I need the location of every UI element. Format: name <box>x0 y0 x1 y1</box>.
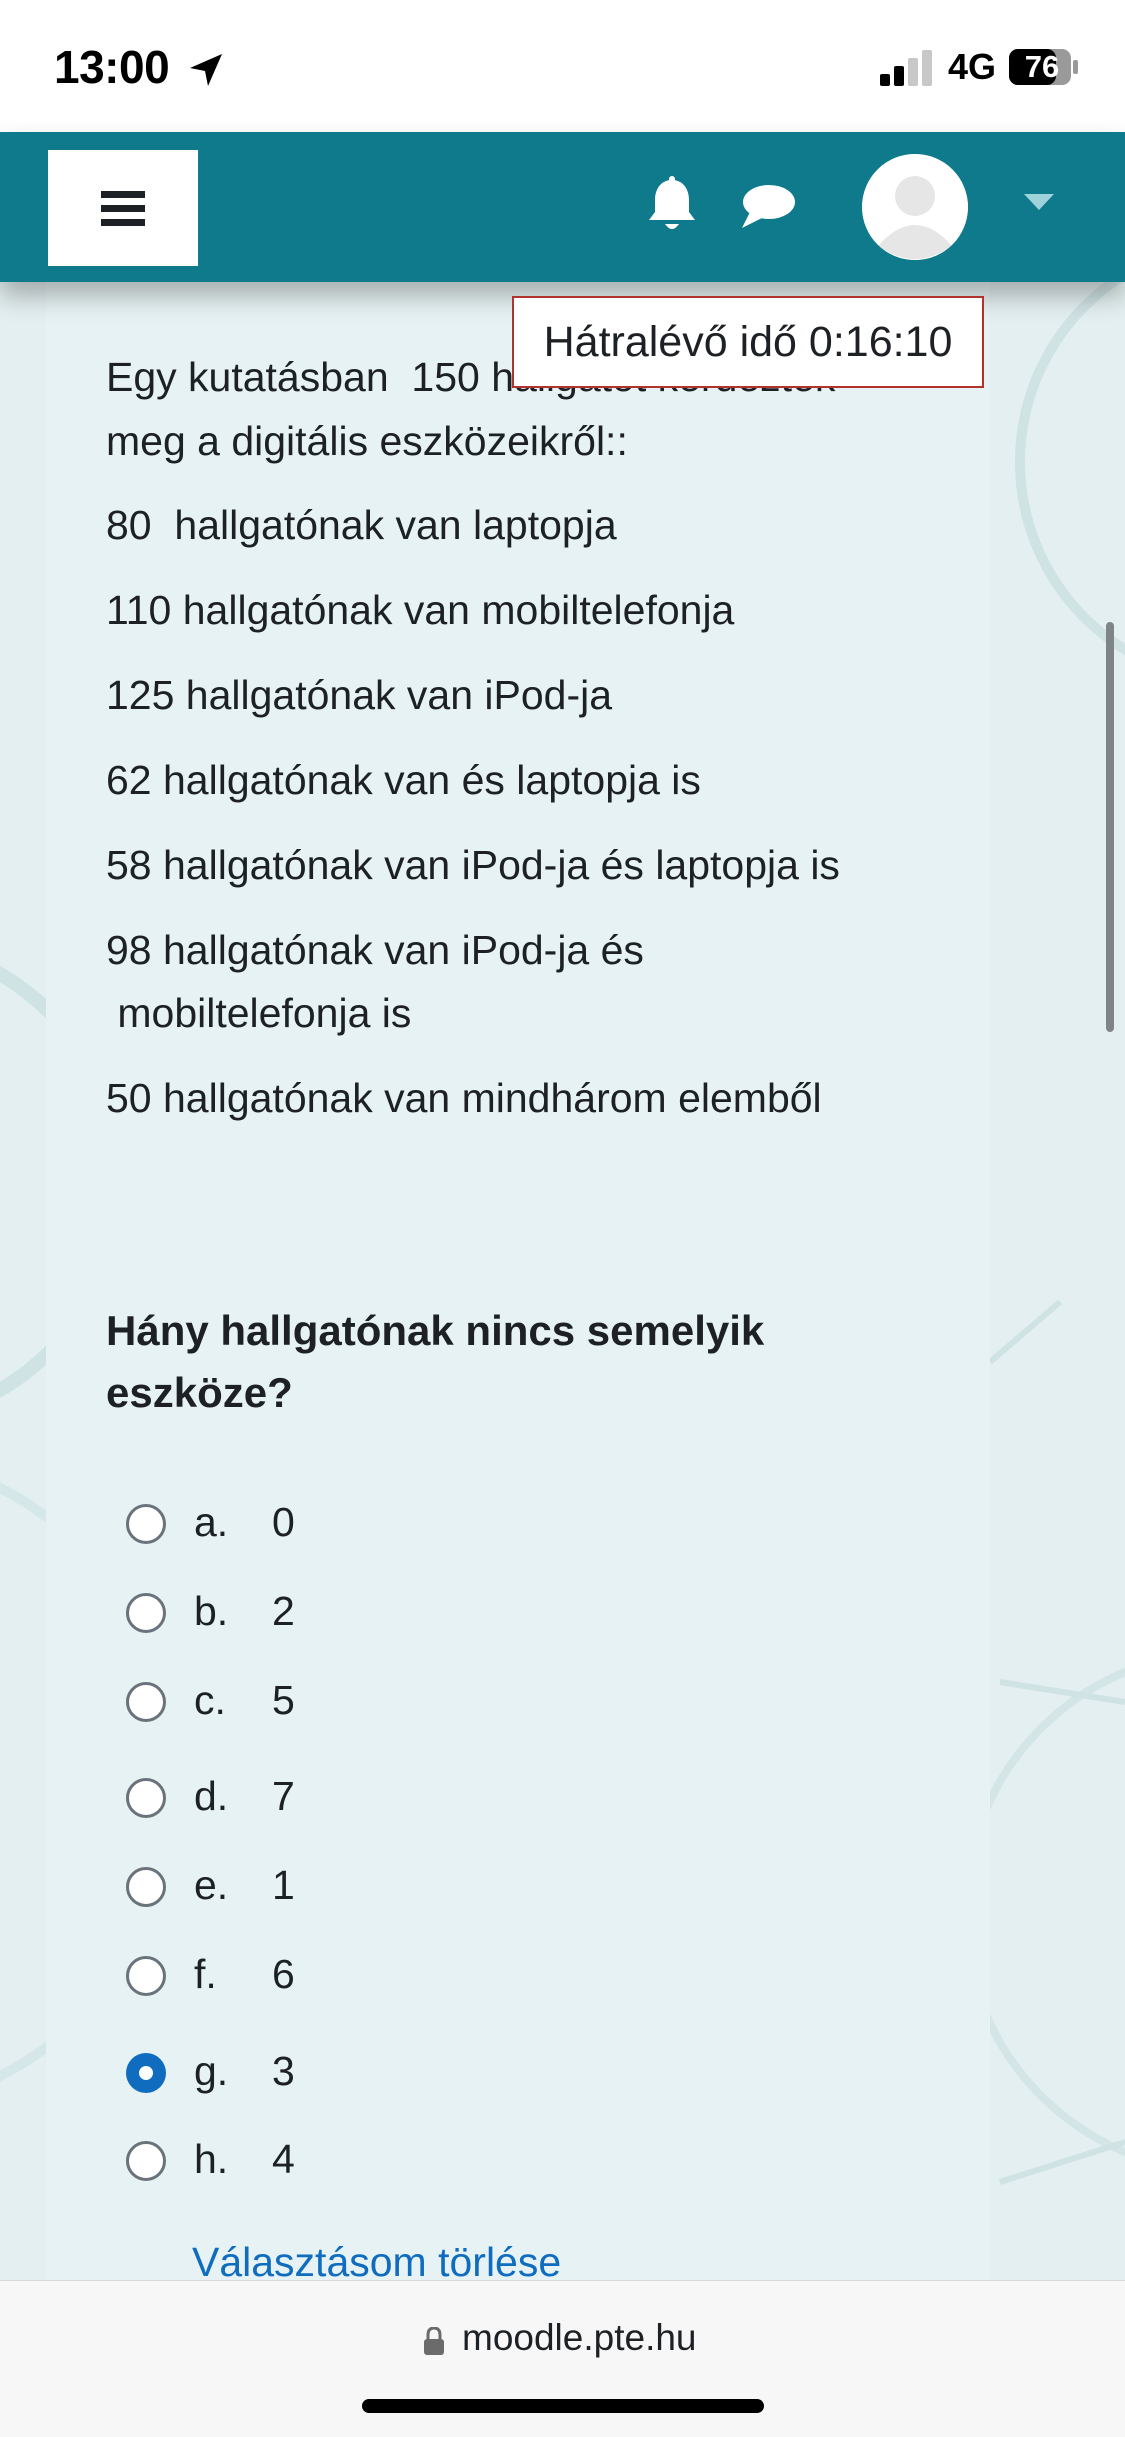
radio-button[interactable] <box>126 2053 166 2093</box>
option-value: 2 <box>272 1588 295 1634</box>
question-prompt: Hány hallgatónak nincs semelyik eszköze? <box>106 1307 765 1416</box>
question-line: 62 hallgatónak van és laptopja is <box>106 757 701 803</box>
option-value: 1 <box>272 1862 295 1908</box>
question-line: 80 hallgatónak van laptopja <box>106 502 617 548</box>
answer-option-f[interactable]: f. 6 <box>126 1946 526 2006</box>
top-navbar <box>0 132 1125 282</box>
radio-button[interactable] <box>126 1682 166 1722</box>
location-arrow-icon <box>190 54 222 86</box>
menu-toggle-button[interactable] <box>48 150 198 266</box>
option-value: 5 <box>272 1677 295 1723</box>
question-line: 58 hallgatónak van iPod-ja és laptopja i… <box>106 842 840 888</box>
status-time: 13:00 <box>54 41 170 93</box>
bell-icon[interactable] <box>644 176 700 234</box>
answer-option-e[interactable]: e. 1 <box>126 1857 526 1917</box>
question-line: 50 hallgatónak van mindhárom elemből <box>106 1075 822 1121</box>
radio-button[interactable] <box>126 1504 166 1544</box>
option-letter: b. <box>194 1588 229 1634</box>
option-letter: e. <box>194 1862 229 1908</box>
question-line: 110 hallgatónak van mobiltelefonja <box>106 587 735 633</box>
question-line: 125 hallgatónak van iPod-ja <box>106 672 613 718</box>
option-letter: d. <box>194 1773 229 1819</box>
user-avatar-icon <box>862 154 968 260</box>
url-text[interactable]: moodle.pte.hu <box>462 2317 697 2359</box>
scrollbar[interactable] <box>1106 622 1114 1032</box>
answer-option-d[interactable]: d. 7 <box>126 1768 526 1828</box>
chat-icon[interactable] <box>738 182 796 230</box>
answer-option-h[interactable]: h. 4 <box>126 2131 526 2191</box>
answer-option-a[interactable]: a. 0 <box>126 1494 526 1554</box>
time-remaining-box: Hátralévő idő 0:16:10 <box>512 296 984 388</box>
question-line: mobiltelefonja is <box>106 990 412 1036</box>
answer-option-g[interactable]: g. 3 <box>126 2043 526 2103</box>
option-letter: c. <box>194 1677 226 1723</box>
menu-icon <box>101 191 145 226</box>
option-letter: a. <box>194 1499 229 1545</box>
radio-button[interactable] <box>126 1956 166 1996</box>
home-indicator[interactable] <box>362 2399 764 2413</box>
radio-button[interactable] <box>126 1593 166 1633</box>
answer-option-b[interactable]: b. 2 <box>126 1583 526 1643</box>
answer-option-c[interactable]: c. 5 <box>126 1672 526 1732</box>
signal-strength-icon <box>880 50 932 86</box>
network-type: 4G <box>948 46 997 87</box>
battery-percent: 76 <box>1024 49 1060 84</box>
status-bar: 13:00 4G 76 <box>0 0 1125 132</box>
option-value: 3 <box>272 2048 295 2094</box>
radio-button[interactable] <box>126 1867 166 1907</box>
option-value: 6 <box>272 1951 295 1997</box>
radio-button[interactable] <box>126 1778 166 1818</box>
question-line: meg a digitális eszközeikről:: <box>106 418 628 464</box>
option-value: 0 <box>272 1499 295 1545</box>
browser-address-bar[interactable]: moodle.pte.hu <box>0 2280 1125 2437</box>
user-avatar[interactable] <box>862 154 968 260</box>
option-letter: g. <box>194 2048 229 2094</box>
question-line: 98 hallgatónak van iPod-ja és <box>106 927 644 973</box>
option-letter: h. <box>194 2136 229 2182</box>
option-letter: f. <box>194 1951 217 1997</box>
option-value: 7 <box>272 1773 295 1819</box>
lock-icon <box>424 2327 444 2355</box>
option-value: 4 <box>272 2136 295 2182</box>
radio-button[interactable] <box>126 2141 166 2181</box>
caret-down-icon[interactable] <box>1024 194 1054 212</box>
